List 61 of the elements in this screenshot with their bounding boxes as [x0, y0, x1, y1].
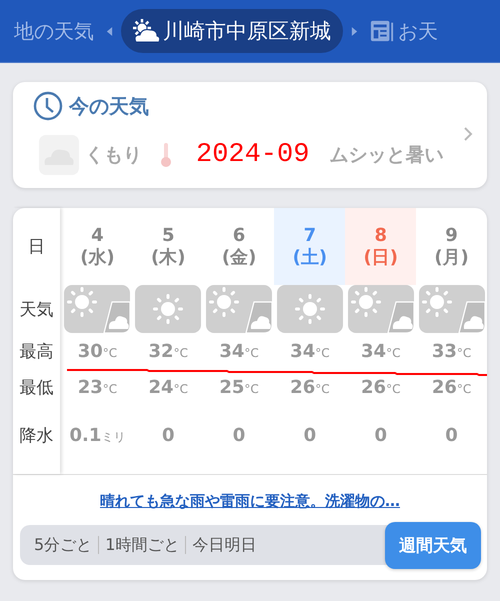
- clock-icon: [33, 91, 63, 121]
- row-label: 天気: [20, 298, 54, 320]
- value-text: 0: [374, 424, 387, 446]
- value-text: 26°C: [432, 376, 472, 398]
- left-arrow-icon[interactable]: [106, 26, 113, 36]
- weekday-text: (金): [222, 246, 256, 268]
- value-text: 34°C: [361, 340, 400, 362]
- date-text: 6: [232, 224, 246, 246]
- value-text: 0: [445, 424, 458, 446]
- sun-cloud-icon: [131, 19, 161, 43]
- advice-link[interactable]: 晴れても急な雨や雷雨に要注意。洗濯物の…: [100, 492, 400, 511]
- date-text: 5: [162, 224, 174, 246]
- sun-cloud-icon: [348, 285, 414, 333]
- value-text: 32°C: [148, 340, 188, 362]
- location-tab[interactable]: お天: [366, 18, 442, 44]
- value-text: 0: [162, 424, 174, 446]
- value-text: 34°C: [219, 340, 259, 362]
- date-text: 4: [91, 224, 104, 246]
- chevron-right-icon: [463, 126, 473, 142]
- date-text: 7: [304, 224, 316, 246]
- cloud-icon: [39, 135, 79, 175]
- segment-tab[interactable]: 1時間ごと: [99, 534, 186, 556]
- segment-tab[interactable]: 5分ごと: [28, 534, 98, 556]
- date-text: 9: [445, 224, 458, 246]
- sun-cloud-icon: [206, 285, 272, 333]
- weekday-text: (水): [80, 246, 115, 268]
- value-text: 26°C: [361, 376, 400, 398]
- value-text: 30°C: [78, 340, 118, 362]
- current-weather-card[interactable]: 今の天気 くもり 2024-09 ムシッと暑い: [13, 82, 487, 188]
- weekday-text: (土): [292, 246, 328, 268]
- value-text: 23°C: [78, 376, 118, 398]
- right-arrow-icon[interactable]: [351, 26, 358, 36]
- value-text: 33°C: [432, 340, 472, 362]
- sun-icon: [276, 285, 343, 333]
- row-label: 日: [28, 236, 45, 258]
- value-text: 34°C: [290, 340, 330, 362]
- comment-text: ムシッと暑い: [329, 143, 444, 168]
- date-text: 8: [374, 224, 387, 246]
- sun-icon: [135, 285, 202, 333]
- thermometer-icon: [160, 142, 172, 168]
- weekday-text: (月): [434, 246, 469, 268]
- value-text: 0.1 ミリ: [69, 424, 126, 446]
- segment-tab[interactable]: 今日明日: [186, 534, 262, 556]
- row-label: 最高: [20, 340, 54, 362]
- value-text: 0: [232, 424, 246, 446]
- newspaper-icon: [370, 19, 394, 43]
- row-label: 最低: [20, 376, 54, 398]
- value-text: 25°C: [219, 376, 259, 398]
- condition-text: くもり: [85, 143, 142, 168]
- value-text: 0: [304, 424, 316, 446]
- weekday-text: (木): [151, 246, 186, 268]
- segment-tab[interactable]: 週間天気: [385, 522, 481, 568]
- value-text: 24°C: [148, 376, 188, 398]
- value-text: 26°C: [290, 376, 330, 398]
- sun-cloud-icon: [64, 285, 130, 333]
- weekday-text: (日): [364, 246, 398, 268]
- row-label: 降水: [20, 424, 54, 446]
- location-tab[interactable]: 川崎市中原区新城: [121, 9, 343, 53]
- location-tab[interactable]: 地の天気: [10, 18, 98, 44]
- section-title: 今の天気: [69, 92, 149, 120]
- annotation-text: 2024-09: [196, 140, 310, 170]
